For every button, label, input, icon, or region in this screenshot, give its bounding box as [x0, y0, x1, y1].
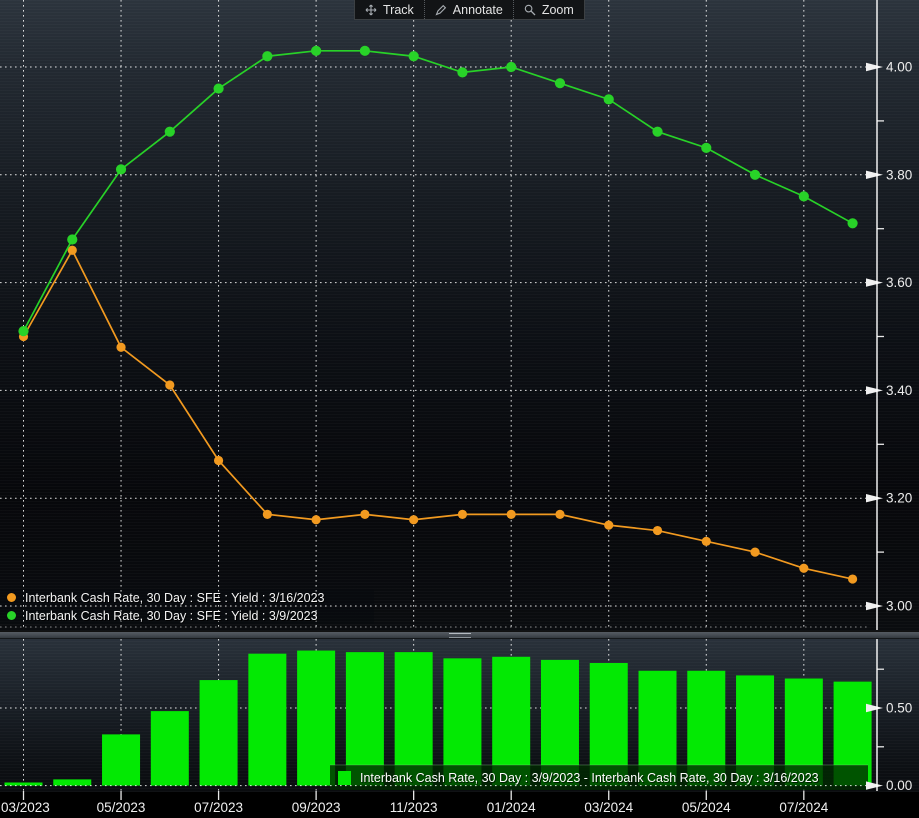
data-point-05/2024[interactable] [701, 143, 711, 153]
data-point-04/2024[interactable] [653, 526, 662, 535]
data-point-11/2023[interactable] [409, 51, 419, 61]
panel-divider[interactable] [0, 631, 919, 639]
bar-05/2023[interactable] [102, 734, 140, 785]
bar-08/2023[interactable] [248, 654, 286, 786]
annotate-button[interactable]: Annotate [425, 0, 514, 19]
data-point-11/2023[interactable] [409, 515, 418, 524]
data-point-06/2024[interactable] [750, 170, 760, 180]
data-point-08/2023[interactable] [262, 51, 272, 61]
data-point-09/2023[interactable] [311, 46, 321, 56]
x-tick-label: 07/2023 [194, 800, 243, 815]
data-point-05/2023[interactable] [116, 343, 125, 352]
data-point-06/2023[interactable] [165, 127, 175, 137]
x-tick-label: 11/2023 [390, 800, 438, 815]
axis-arrow [866, 171, 883, 179]
x-tick-label: 01/2024 [487, 800, 536, 815]
y-tick-label: 0.50 [886, 701, 912, 716]
data-point-02/2024[interactable] [555, 510, 564, 519]
legend-label: Interbank Cash Rate, 30 Day : 3/9/2023 -… [360, 771, 819, 785]
axis-arrow [866, 278, 883, 286]
data-point-08/2024[interactable] [848, 574, 857, 583]
track-button-label: Track [383, 3, 414, 17]
track-button[interactable]: Track [355, 0, 425, 19]
chart-toolbar: Track Annotate Zoom [354, 0, 585, 20]
data-point-12/2023[interactable] [458, 510, 467, 519]
y-tick-label: 3.60 [886, 275, 912, 290]
x-tick-label: 05/2024 [682, 800, 731, 815]
x-tick-label: 03/2024 [584, 800, 633, 815]
y-tick-label: 3.00 [886, 599, 912, 614]
legend-swatch-green [338, 771, 351, 785]
zoom-button-label: Zoom [542, 3, 574, 17]
data-point-07/2024[interactable] [799, 191, 809, 201]
axis-arrow [866, 602, 883, 610]
data-point-01/2024[interactable] [506, 62, 516, 72]
data-point-10/2023[interactable] [360, 510, 369, 519]
series-yield-3-16-2023 [19, 246, 857, 584]
data-point-07/2023[interactable] [214, 456, 223, 465]
data-point-04/2024[interactable] [652, 127, 662, 137]
axis-arrow [866, 781, 883, 789]
data-point-03/2024[interactable] [604, 521, 613, 530]
annotate-button-label: Annotate [453, 3, 503, 17]
axis-arrow [866, 704, 883, 712]
y-tick-label: 3.80 [886, 167, 912, 182]
legend-row-spread[interactable]: Interbank Cash Rate, 30 Day : 3/9/2023 -… [330, 765, 868, 790]
axis-arrow [866, 386, 883, 394]
data-point-12/2023[interactable] [457, 67, 467, 77]
data-point-08/2024[interactable] [847, 218, 857, 228]
x-tick-label: 05/2023 [97, 800, 146, 815]
data-point-01/2024[interactable] [507, 510, 516, 519]
chart-canvas[interactable]: 3.003.203.403.603.804.000.500.0003/20230… [0, 0, 919, 818]
data-point-06/2023[interactable] [165, 380, 174, 389]
y-tick-label: 0.00 [886, 778, 912, 793]
x-tick-label: 07/2024 [779, 800, 828, 815]
yield-y-gridlines: 3.00 3.20 3.40 3.60 3.80 4.00 [0, 60, 912, 614]
annotate-icon [435, 4, 447, 16]
legend-row-yield-3-16-2023[interactable]: Interbank Cash Rate, 30 Day : SFE : Yiel… [0, 589, 324, 606]
bar-04/2023[interactable] [53, 779, 91, 785]
divider-handle[interactable] [449, 633, 471, 638]
data-point-03/2024[interactable] [604, 94, 614, 104]
data-point-07/2024[interactable] [799, 564, 808, 573]
data-point-08/2023[interactable] [263, 510, 272, 519]
x-axis: 03/2023 05/2023 07/2023 09/2023 11/2023 01/20… [1, 791, 829, 815]
legend-label: Interbank Cash Rate, 30 Day : SFE : Yiel… [25, 609, 318, 623]
data-point-06/2024[interactable] [750, 548, 759, 557]
zoom-icon [524, 4, 536, 16]
data-point-03/2023[interactable] [18, 326, 28, 336]
y-tick-label: 4.00 [886, 60, 912, 75]
data-point-07/2023[interactable] [213, 83, 223, 93]
legend-label: Interbank Cash Rate, 30 Day : SFE : Yiel… [25, 591, 324, 605]
data-point-09/2023[interactable] [312, 515, 321, 524]
bar-07/2023[interactable] [200, 680, 238, 786]
legend-row-yield-3-9-2023[interactable]: Interbank Cash Rate, 30 Day : SFE : Yiel… [0, 607, 318, 624]
bar-06/2023[interactable] [151, 711, 189, 785]
legend-dot-orange [7, 593, 16, 602]
y-tick-label: 3.20 [886, 491, 912, 506]
series-yield-3-9-2023 [18, 46, 857, 336]
data-point-02/2024[interactable] [555, 78, 565, 88]
y-tick-label: 3.40 [886, 383, 912, 398]
axis-arrow [866, 494, 883, 502]
axis-arrow [866, 63, 883, 71]
track-icon [365, 4, 377, 16]
data-point-04/2023[interactable] [67, 234, 77, 244]
data-point-10/2023[interactable] [360, 46, 370, 56]
data-point-05/2023[interactable] [116, 164, 126, 174]
x-tick-label: 03/2023 [1, 800, 50, 815]
zoom-button[interactable]: Zoom [514, 0, 584, 19]
legend-dot-green [7, 611, 16, 620]
x-tick-label: 09/2023 [292, 800, 341, 815]
terminal-chart-window: 3.003.203.403.603.804.000.500.0003/20230… [0, 0, 919, 818]
data-point-05/2024[interactable] [702, 537, 711, 546]
